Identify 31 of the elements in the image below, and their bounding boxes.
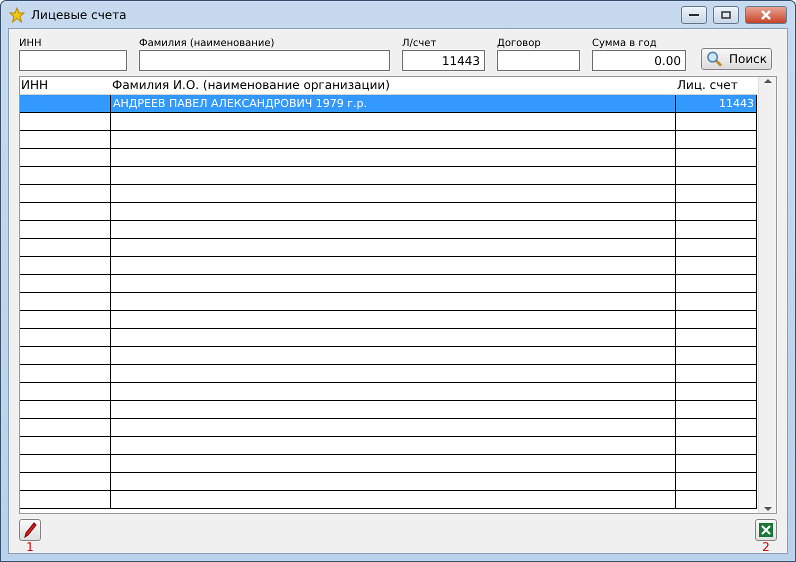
- input-field[interactable]: [497, 50, 580, 71]
- edit-button[interactable]: [19, 519, 41, 541]
- spreadsheet-icon: [758, 522, 774, 538]
- maximize-button[interactable]: [713, 6, 739, 24]
- minimize-icon: [689, 12, 699, 16]
- callout-number: 1: [26, 541, 34, 553]
- search-icon: [706, 50, 723, 68]
- field-label: ИНН: [19, 38, 43, 50]
- pencil-icon: [23, 522, 37, 538]
- minimize-button[interactable]: [681, 6, 707, 24]
- field-label: Л/счет: [402, 38, 438, 50]
- maximize-icon: [721, 10, 731, 18]
- window-title: Лицевые счета: [31, 8, 128, 22]
- input-field[interactable]: [19, 50, 127, 71]
- scroll-up-icon[interactable]: [764, 77, 772, 85]
- input-field[interactable]: 0.00: [592, 50, 686, 71]
- search-button[interactable]: Поиск: [701, 48, 772, 70]
- close-icon: [760, 10, 772, 20]
- field-label: Договор: [497, 38, 542, 50]
- table-cell: 11443: [676, 95, 757, 113]
- export-button[interactable]: [755, 519, 777, 541]
- input-field[interactable]: 11443: [402, 50, 485, 71]
- close-button[interactable]: [745, 6, 787, 24]
- scrollbar[interactable]: [758, 77, 776, 513]
- field-label: Фамилия (наименование): [139, 38, 276, 50]
- scroll-down-icon[interactable]: [764, 505, 772, 513]
- star-icon: [9, 6, 25, 22]
- table-cell: АНДРЕЕВ ПАВЕЛ АЛЕКСАНДРОВИЧ 1979 г.р.: [111, 95, 676, 113]
- callout-number: 2: [762, 541, 770, 553]
- input-field[interactable]: [139, 50, 390, 71]
- field-label: Сумма в год: [592, 38, 658, 50]
